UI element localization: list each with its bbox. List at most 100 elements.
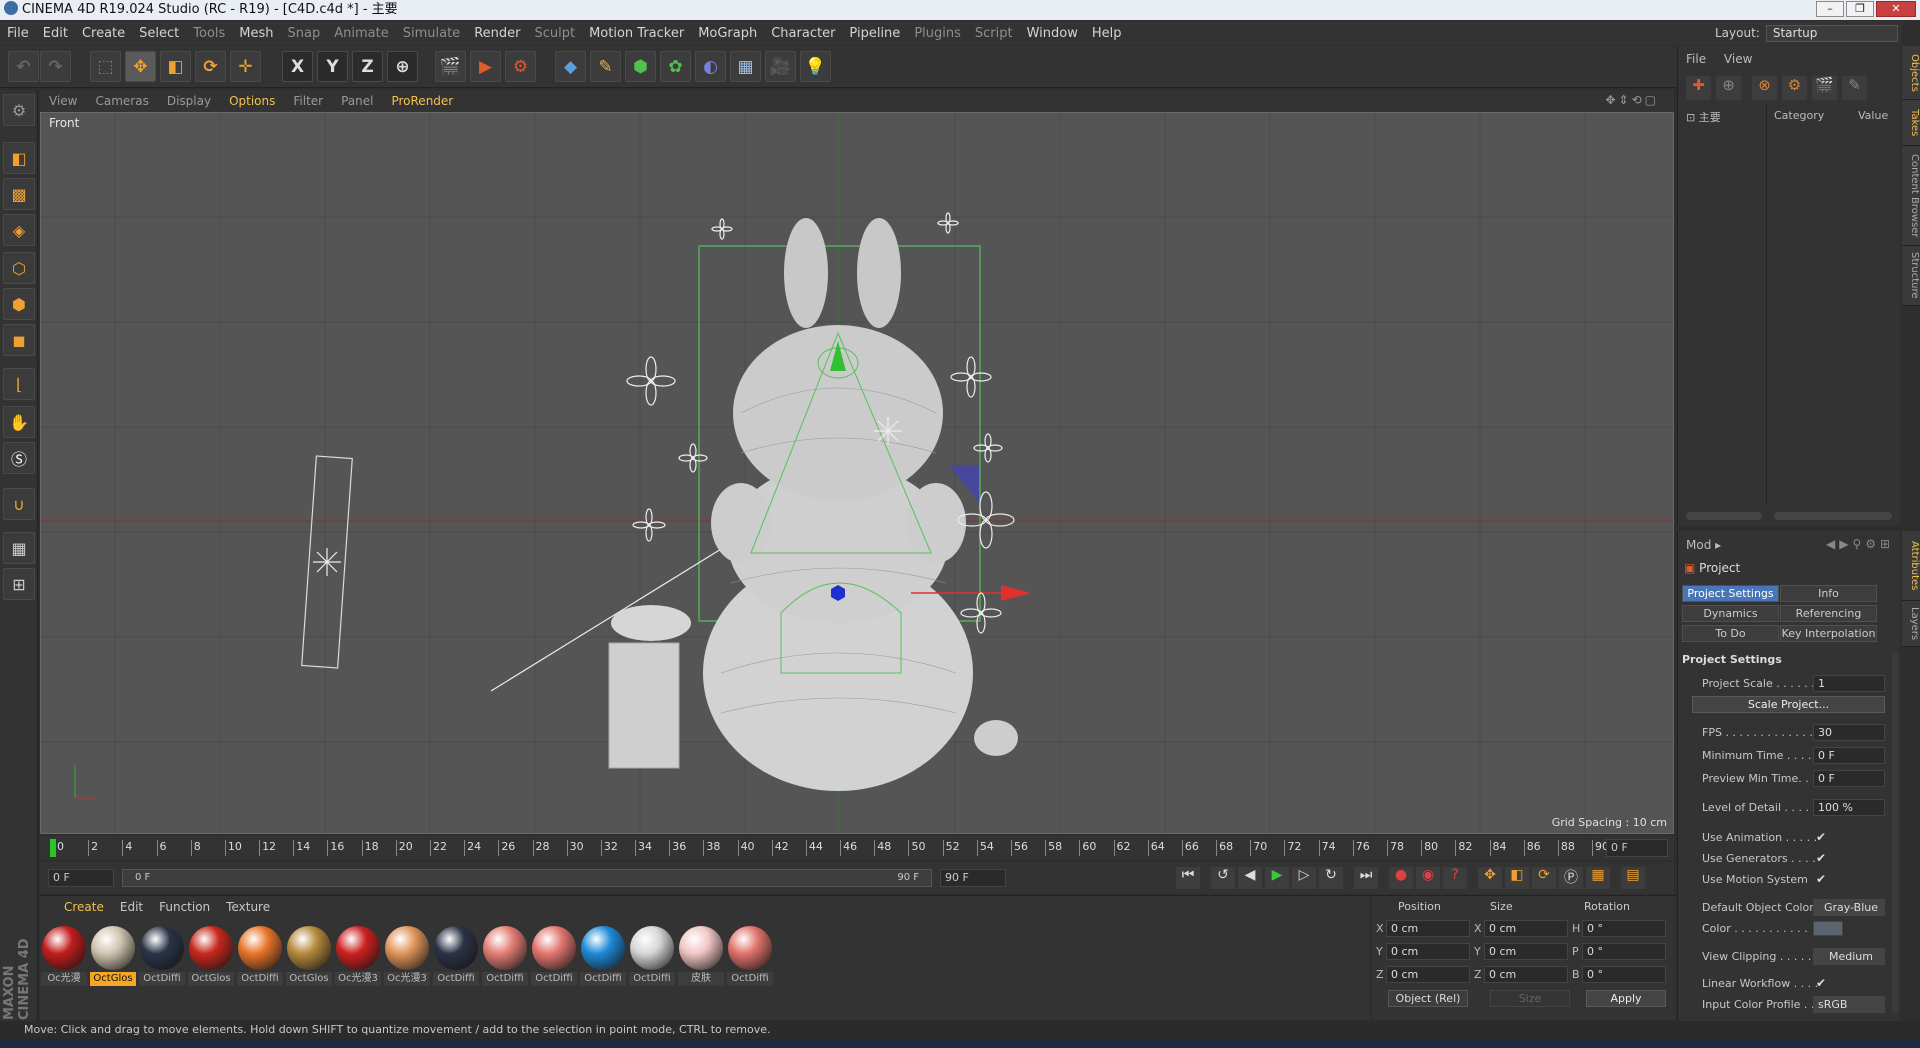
cloner-icon[interactable]: ✿: [660, 51, 691, 82]
restore-button[interactable]: ❐: [1846, 1, 1874, 17]
x-axis-lock-button[interactable]: X: [282, 51, 313, 82]
go-to-start-icon[interactable]: ⏮: [1176, 867, 1200, 889]
planar-workplane-icon[interactable]: ⊞: [3, 568, 35, 600]
menu-sculpt[interactable]: Sculpt: [527, 26, 582, 41]
material-swatch[interactable]: [189, 926, 233, 970]
material-swatch[interactable]: [336, 926, 380, 970]
take-override-icon[interactable]: ⊗: [1752, 76, 1777, 100]
fps-field[interactable]: 30: [1813, 724, 1885, 741]
side-tab-attributes[interactable]: Attributes: [1902, 531, 1920, 601]
tab-referencing[interactable]: Referencing: [1780, 605, 1877, 622]
menu-animate[interactable]: Animate: [327, 26, 395, 41]
tab-dynamics[interactable]: Dynamics: [1682, 605, 1779, 622]
take-record-icon[interactable]: 🎬: [1812, 76, 1837, 100]
start-frame-field[interactable]: 0 F: [48, 869, 114, 887]
view-clipping-dropdown[interactable]: Medium: [1813, 948, 1885, 965]
size-field[interactable]: 0 cm: [1484, 920, 1568, 937]
points-mode-icon[interactable]: ⬡: [3, 252, 35, 284]
undo-icon[interactable]: ↶: [8, 51, 39, 82]
render-settings-icon[interactable]: ⚙: [505, 51, 536, 82]
camera-icon[interactable]: 🎥: [765, 51, 796, 82]
light-icon[interactable]: 💡: [800, 51, 831, 82]
tweak-mode-icon[interactable]: ✋: [3, 406, 35, 438]
material-label[interactable]: OctDiffi: [727, 972, 773, 986]
obj-menu-view[interactable]: View: [1724, 52, 1752, 66]
apply-button[interactable]: Apply: [1586, 990, 1666, 1007]
menu-mograph[interactable]: MoGraph: [691, 26, 764, 41]
tab-key-interpolation[interactable]: Key Interpolation: [1780, 625, 1877, 642]
y-axis-lock-button[interactable]: Y: [317, 51, 348, 82]
model-mode-icon[interactable]: ◧: [3, 142, 35, 174]
live-select-icon[interactable]: ⬚: [90, 51, 121, 82]
material-swatch[interactable]: [630, 926, 674, 970]
pen-spline-icon[interactable]: ✎: [590, 51, 621, 82]
mat-menu-create[interactable]: Create: [56, 900, 112, 914]
redo-icon[interactable]: ↷: [40, 51, 71, 82]
material-swatch[interactable]: [483, 926, 527, 970]
close-button[interactable]: ✕: [1876, 1, 1916, 17]
left-scrollbar[interactable]: [1686, 512, 1762, 520]
lod-field[interactable]: 100 %: [1813, 799, 1885, 816]
vp-menu-panel[interactable]: Panel: [332, 94, 382, 108]
size-mode-dropdown[interactable]: Size: [1490, 990, 1570, 1007]
workplane-mode-icon[interactable]: ◈: [3, 214, 35, 246]
make-editable-icon[interactable]: ⚙: [3, 94, 35, 126]
scale-project-button[interactable]: Scale Project...: [1692, 696, 1885, 713]
menu-character[interactable]: Character: [764, 26, 842, 41]
viewport-front[interactable]: Front Grid Spacing : 10 cm: [40, 112, 1674, 834]
tab-info[interactable]: Info: [1780, 585, 1877, 602]
key-scale-icon[interactable]: ◧: [1505, 867, 1529, 889]
polygons-mode-icon[interactable]: ◼: [3, 324, 35, 356]
key-position-icon[interactable]: ✥: [1478, 867, 1502, 889]
menu-window[interactable]: Window: [1020, 26, 1085, 41]
vp-menu-prorender[interactable]: ProRender: [382, 94, 462, 108]
vp-menu-display[interactable]: Display: [158, 94, 220, 108]
go-to-end-icon[interactable]: ⏭: [1354, 867, 1378, 889]
position-field[interactable]: 0 cm: [1386, 920, 1470, 937]
axis-mode-icon[interactable]: ⌊: [3, 368, 35, 400]
use-generators-checkbox[interactable]: ✔: [1816, 851, 1826, 865]
preview-min-time-field[interactable]: 0 F: [1813, 770, 1885, 787]
menu-file[interactable]: File: [0, 26, 36, 41]
attr-scrollbar[interactable]: [1892, 653, 1898, 1013]
material-label[interactable]: Oc光漫3: [384, 972, 430, 986]
obj-menu-file[interactable]: File: [1686, 52, 1706, 66]
menu-select[interactable]: Select: [132, 26, 186, 41]
material-label[interactable]: Oc光漫: [41, 972, 87, 986]
vp-menu-view[interactable]: View: [40, 94, 86, 108]
minimize-button[interactable]: –: [1816, 1, 1844, 17]
project-scale-field[interactable]: 1: [1813, 675, 1885, 692]
take-clone-icon[interactable]: ⊕: [1716, 76, 1741, 100]
deformer-icon[interactable]: ◐: [695, 51, 726, 82]
coordinate-system-icon[interactable]: ⊕: [387, 51, 418, 82]
menu-render[interactable]: Render: [467, 26, 527, 41]
material-swatch[interactable]: [385, 926, 429, 970]
material-label[interactable]: OctDiffi: [482, 972, 528, 986]
menu-help[interactable]: Help: [1085, 26, 1129, 41]
mat-menu-function[interactable]: Function: [151, 900, 218, 914]
rotate-tool-icon[interactable]: ⟳: [195, 51, 226, 82]
material-swatch[interactable]: [91, 926, 135, 970]
menu-script[interactable]: Script: [968, 26, 1020, 41]
position-field[interactable]: 0 cm: [1386, 943, 1470, 960]
material-label[interactable]: OctGlos: [286, 972, 332, 986]
next-frame-icon[interactable]: ▷: [1292, 867, 1316, 889]
z-axis-lock-button[interactable]: Z: [352, 51, 383, 82]
solo-icon[interactable]: Ⓢ: [3, 442, 35, 474]
vp-menu-filter[interactable]: Filter: [284, 94, 332, 108]
minimum-time-field[interactable]: 0 F: [1813, 747, 1885, 764]
menu-snap[interactable]: Snap: [281, 26, 328, 41]
material-label[interactable]: OctGlos: [188, 972, 234, 986]
material-swatch[interactable]: [42, 926, 86, 970]
render-view-icon[interactable]: 🎬: [435, 51, 466, 82]
material-label[interactable]: OctDiffi: [433, 972, 479, 986]
material-swatch[interactable]: [679, 926, 723, 970]
size-field[interactable]: 0 cm: [1484, 966, 1568, 983]
use-animation-checkbox[interactable]: ✔: [1816, 830, 1826, 844]
subdivision-surface-icon[interactable]: ⬢: [625, 51, 656, 82]
mat-menu-edit[interactable]: Edit: [112, 900, 151, 914]
attr-nav-icons[interactable]: ◀▶⚲⚙⊞: [1826, 537, 1894, 551]
prev-frame-icon[interactable]: ◀: [1238, 867, 1262, 889]
material-label[interactable]: OctGlos: [90, 972, 136, 986]
menu-simulate[interactable]: Simulate: [396, 26, 467, 41]
